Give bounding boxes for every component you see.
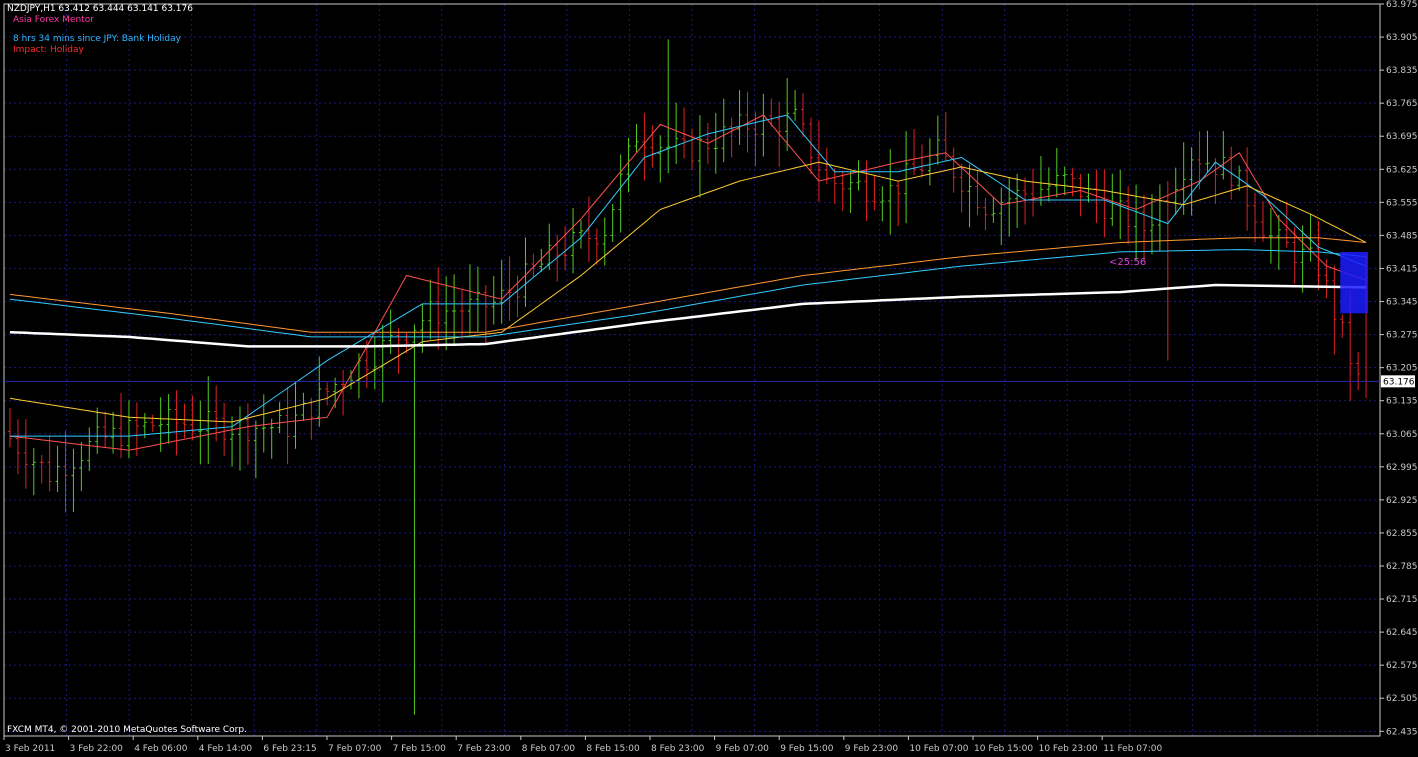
y-axis-tick-label: 62.505 (1386, 694, 1418, 704)
y-axis-tick-label: 63.065 (1386, 430, 1418, 440)
moving-average-slow (9, 283, 1367, 348)
x-axis-tick-label: 7 Feb 07:00 (328, 744, 382, 754)
x-axis-tick-label: 4 Feb 14:00 (199, 744, 253, 754)
y-axis-tick-label: 63.135 (1386, 397, 1418, 407)
y-axis-tick-label: 62.715 (1386, 595, 1418, 605)
x-axis-tick-label: 10 Feb 23:00 (1039, 744, 1098, 754)
x-axis-tick-label: 3 Feb 2011 (5, 744, 55, 754)
bar-countdown: <25:56 (1109, 257, 1147, 268)
x-axis-tick-label: 3 Feb 22:00 (70, 744, 124, 754)
x-axis-tick-label: 6 Feb 23:15 (263, 744, 316, 754)
x-axis-tick-label: 9 Feb 23:00 (845, 744, 899, 754)
moving-average (9, 114, 1367, 451)
x-axis-tick-label: 11 Feb 07:00 (1103, 744, 1162, 754)
x-axis-tick-label: 9 Feb 15:00 (780, 744, 834, 754)
copyright-label: FXCM MT4, © 2001-2010 MetaQuotes Softwar… (7, 725, 247, 735)
y-axis-tick-label: 63.905 (1386, 33, 1418, 43)
x-axis-tick-label: 9 Feb 07:00 (716, 744, 770, 754)
x-axis-tick-label: 7 Feb 23:00 (457, 744, 511, 754)
x-axis-tick-label: 8 Feb 07:00 (522, 744, 576, 754)
y-axis-tick-label: 62.995 (1386, 463, 1418, 473)
y-axis-tick-label: 62.855 (1386, 529, 1418, 539)
y-axis-tick-label: 63.625 (1386, 165, 1418, 175)
x-axis-tick-label: 4 Feb 06:00 (134, 744, 188, 754)
impact-label: Impact: Holiday (13, 45, 84, 55)
x-axis-tick-label: 10 Feb 15:00 (974, 744, 1033, 754)
brand-label: Asia Forex Mentor (13, 15, 94, 25)
session-highlight-box (1340, 251, 1369, 314)
y-axis-tick-label: 63.695 (1386, 132, 1418, 142)
y-axis-tick-label: 63.485 (1386, 231, 1418, 241)
y-axis-tick-label: 63.345 (1386, 298, 1418, 308)
y-axis-tick-label: 63.835 (1386, 66, 1418, 76)
x-axis-tick-label: 7 Feb 15:00 (393, 744, 447, 754)
x-axis-tick-label: 8 Feb 23:00 (651, 744, 705, 754)
current-price-label: 63.176 (1383, 377, 1415, 387)
y-axis-tick-label: 62.925 (1386, 496, 1418, 506)
x-axis-tick-label: 10 Feb 07:00 (909, 744, 968, 754)
price-chart[interactable]: 63.975 63.905 63.835 63.765 63.695 63.625 63.5… (0, 0, 1418, 757)
y-axis-tick-label: 63.765 (1386, 99, 1418, 109)
y-axis-tick-label: 63.205 (1386, 364, 1418, 374)
y-axis-tick-label: 63.415 (1386, 264, 1418, 274)
y-axis-tick-label: 63.555 (1386, 198, 1418, 208)
y-axis-tick-label: 62.575 (1386, 661, 1418, 671)
y-axis-tick-label: 62.785 (1386, 562, 1418, 572)
news-label: 8 hrs 34 mins since JPY: Bank Holiday (13, 34, 181, 44)
y-axis-tick-label: 63.975 (1386, 0, 1418, 10)
moving-average (9, 161, 1367, 423)
y-axis-tick-label: 62.645 (1386, 628, 1418, 638)
moving-average (10, 114, 1367, 437)
symbol-ohlc-label: NZDJPY,H1 63.412 63.444 63.141 63.176 (7, 4, 193, 14)
y-axis-tick-label: 63.275 (1386, 331, 1418, 341)
y-axis-tick-label: 62.435 (1386, 727, 1418, 737)
x-axis-tick-label: 8 Feb 15:00 (586, 744, 640, 754)
moving-average (9, 249, 1367, 338)
